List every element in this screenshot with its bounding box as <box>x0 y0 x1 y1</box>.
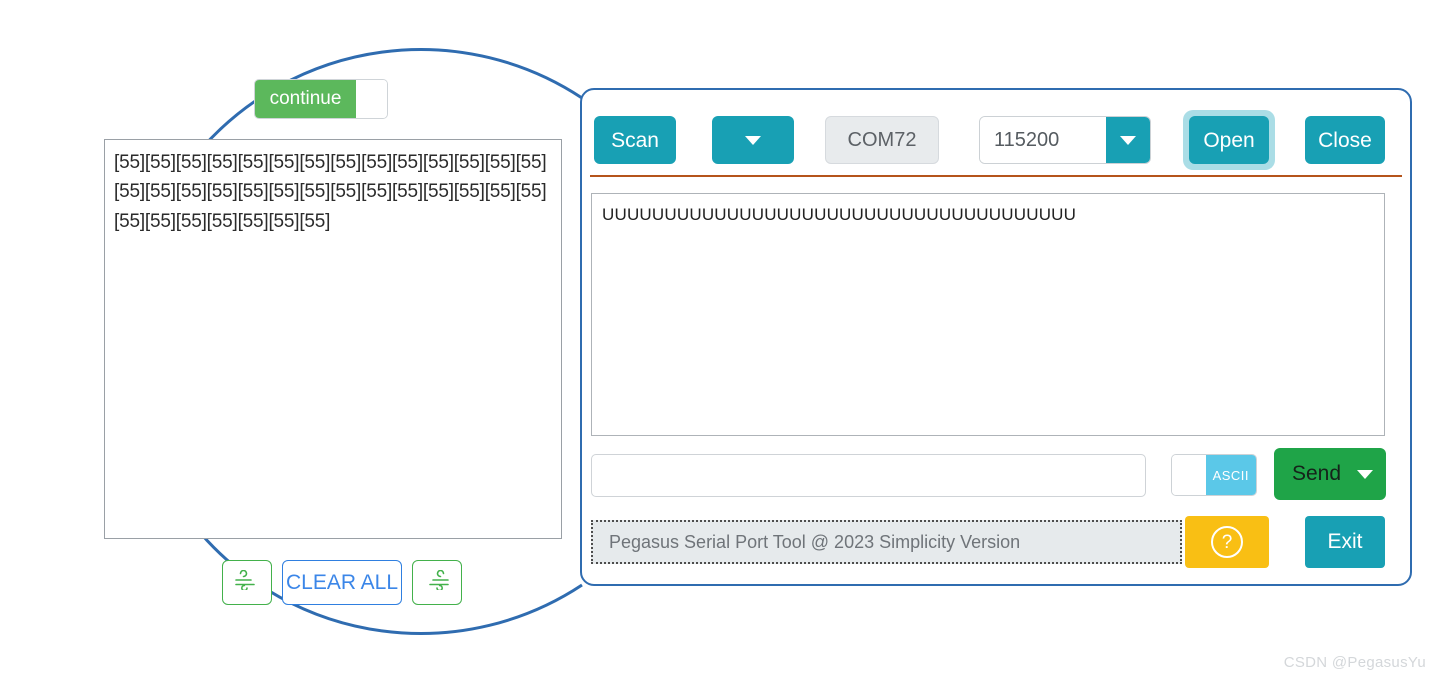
serial-tool-window: Scan COM72 115200 Open Close UUUUUUUUUUU… <box>580 88 1412 586</box>
watermark: CSDN @PegasusYu <box>1283 654 1426 671</box>
open-button[interactable]: Open <box>1189 116 1269 164</box>
toolbar-divider <box>590 175 1402 177</box>
chevron-down-icon <box>745 135 761 145</box>
exit-button[interactable]: Exit <box>1305 516 1385 568</box>
send-button-label: Send <box>1292 462 1342 485</box>
format-toggle-label: ASCII <box>1205 455 1256 495</box>
screenshot-root: continue [55][55][55][55][55][55][55][55… <box>0 0 1440 683</box>
wind-right-icon <box>424 569 450 595</box>
help-button[interactable]: ? <box>1185 516 1269 568</box>
status-bar: Pegasus Serial Port Tool @ 2023 Simplici… <box>591 520 1182 564</box>
chevron-down-icon <box>1120 135 1136 145</box>
send-button[interactable]: Send <box>1274 448 1386 500</box>
port-display[interactable]: COM72 <box>825 116 939 164</box>
toolbar: Scan COM72 115200 Open Close <box>582 90 1410 174</box>
port-dropdown-button[interactable] <box>712 116 794 164</box>
baudrate-value: 115200 <box>980 117 1106 163</box>
baudrate-dropdown-button[interactable] <box>1106 117 1150 163</box>
baudrate-select[interactable]: 115200 <box>979 116 1151 164</box>
close-button[interactable]: Close <box>1305 116 1385 164</box>
magnified-log-textarea[interactable]: [55][55][55][55][55][55][55][55][55][55]… <box>104 139 562 539</box>
receive-textarea[interactable]: UUUUUUUUUUUUUUUUUUUUUUUUUUUUUUUUUUUUUU <box>591 193 1385 436</box>
format-toggle[interactable]: ASCII <box>1171 454 1257 496</box>
continue-toggle-label: continue <box>255 80 356 118</box>
clear-send-button[interactable] <box>411 560 463 605</box>
wind-left-icon <box>234 569 260 595</box>
scan-button[interactable]: Scan <box>594 116 676 164</box>
continue-toggle-knob[interactable] <box>356 80 387 118</box>
clear-all-button[interactable]: CLEAR ALL <box>282 560 402 605</box>
send-input[interactable] <box>591 454 1146 497</box>
chevron-down-icon[interactable] <box>1357 469 1374 479</box>
question-circle-icon: ? <box>1211 526 1243 558</box>
magnified-button-row: CLEAR ALL <box>222 560 463 605</box>
continue-toggle[interactable]: continue <box>254 79 388 119</box>
clear-receive-button[interactable] <box>222 560 273 605</box>
format-toggle-knob[interactable] <box>1172 455 1206 495</box>
